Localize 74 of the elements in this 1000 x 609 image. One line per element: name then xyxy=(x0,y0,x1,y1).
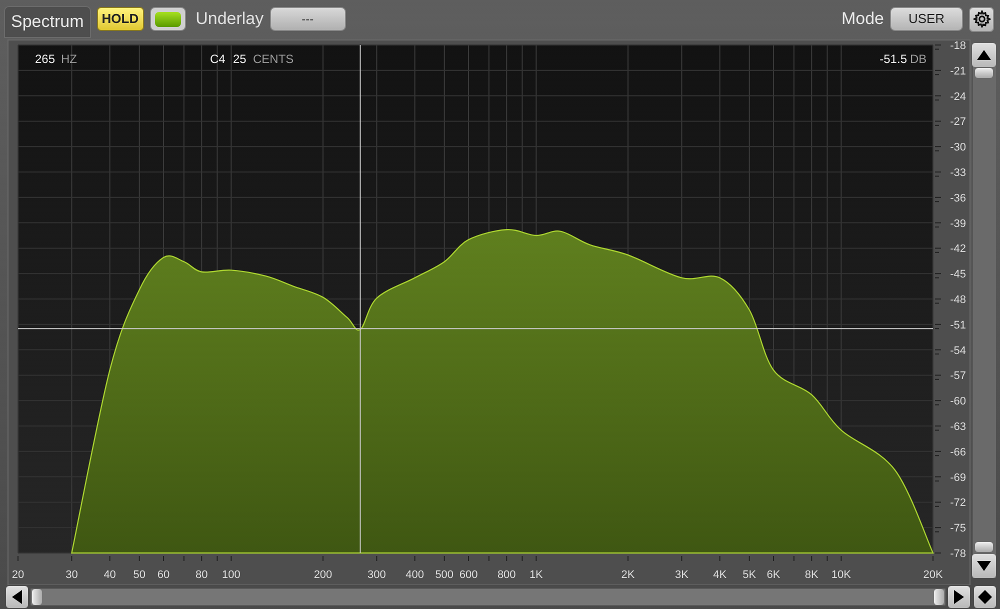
frequency-readout: 265 xyxy=(35,52,56,66)
x-axis-label: 50 xyxy=(133,569,146,581)
up-triangle-icon xyxy=(977,50,991,60)
x-axis-label: 60 xyxy=(157,569,170,581)
underlay-toggle[interactable] xyxy=(150,7,186,31)
x-axis-label: 600 xyxy=(459,569,478,581)
spectrum-tab[interactable]: Spectrum xyxy=(4,6,91,38)
right-triangle-icon xyxy=(954,590,964,604)
scroll-down-button[interactable] xyxy=(972,554,996,578)
y-axis-label: -42 xyxy=(950,243,966,256)
scroll-left-button[interactable] xyxy=(6,586,28,608)
y-axis-label: -48 xyxy=(950,294,966,306)
underlay-dropdown[interactable]: --- xyxy=(270,7,346,31)
x-axis-label: 500 xyxy=(435,569,454,581)
y-axis-label: -69 xyxy=(950,472,966,484)
zoom-reset-button[interactable] xyxy=(974,586,996,608)
x-axis-label: 4K xyxy=(713,569,727,581)
y-axis-label: -60 xyxy=(950,396,966,408)
note-readout: C4 xyxy=(210,52,226,66)
y-axis-label: -72 xyxy=(950,497,966,510)
hold-button[interactable]: HOLD xyxy=(96,7,144,31)
level-unit: DB xyxy=(910,52,927,66)
x-axis-label: 20 xyxy=(12,569,24,581)
y-axis-label: -63 xyxy=(950,421,966,433)
cents-readout: 25 xyxy=(233,52,246,66)
settings-button[interactable] xyxy=(969,6,994,32)
y-axis-label: -27 xyxy=(950,116,966,128)
scroll-thumb[interactable] xyxy=(934,589,944,605)
cents-unit: CENTS xyxy=(253,52,294,66)
down-triangle-icon xyxy=(977,561,991,571)
x-axis-label: 3K xyxy=(674,569,688,581)
x-axis-label: 10K xyxy=(831,569,851,581)
y-axis-label: -33 xyxy=(950,167,966,179)
mode-dropdown[interactable]: USER xyxy=(890,7,963,31)
level-readout: -51.5 xyxy=(880,52,907,66)
x-axis-label: 200 xyxy=(314,569,332,581)
y-axis-label: -21 xyxy=(950,65,966,78)
x-axis-label: 800 xyxy=(497,569,516,581)
x-axis-label: 2K xyxy=(621,569,635,581)
x-axis-label: 30 xyxy=(66,569,78,581)
underlay-label: Underlay xyxy=(196,8,264,30)
y-axis-label: -78 xyxy=(950,548,966,560)
y-axis-label: -57 xyxy=(950,370,966,382)
scroll-up-button[interactable] xyxy=(972,43,996,67)
left-triangle-icon xyxy=(12,590,22,604)
y-axis-label: -75 xyxy=(950,522,966,535)
y-axis-label: -24 xyxy=(950,90,966,103)
y-axis-label: -51 xyxy=(950,319,966,332)
x-axis-label: 1K xyxy=(529,569,543,581)
x-axis-label: 300 xyxy=(368,569,386,581)
y-axis-label: -18 xyxy=(950,40,966,52)
y-axis-label: -30 xyxy=(950,142,966,154)
x-axis-label: 8K xyxy=(804,569,818,581)
x-axis-label: 6K xyxy=(766,569,780,581)
y-axis-label: -39 xyxy=(950,218,966,230)
y-axis-label: -66 xyxy=(950,446,966,458)
x-axis-label: 100 xyxy=(222,569,240,581)
vertical-scroll-thumb[interactable] xyxy=(975,542,993,552)
frequency-unit: HZ xyxy=(61,52,77,66)
diamond-icon xyxy=(978,590,992,604)
scroll-thumb[interactable] xyxy=(32,589,42,605)
settings-icon xyxy=(972,10,990,28)
y-axis-label: -54 xyxy=(950,344,966,357)
x-axis-label: 400 xyxy=(406,569,424,581)
vertical-scroll-thumb[interactable] xyxy=(975,68,993,78)
x-axis-label: 20K xyxy=(923,569,943,581)
x-axis-label: 5K xyxy=(742,569,756,581)
horizontal-scrollbar[interactable] xyxy=(30,588,946,606)
y-axis-label: -45 xyxy=(950,268,966,281)
scroll-right-button[interactable] xyxy=(948,586,970,608)
y-axis-label: -36 xyxy=(950,192,966,204)
mode-label: Mode xyxy=(841,8,884,30)
x-axis-label: 80 xyxy=(196,569,208,581)
x-axis-label: 40 xyxy=(104,569,116,581)
